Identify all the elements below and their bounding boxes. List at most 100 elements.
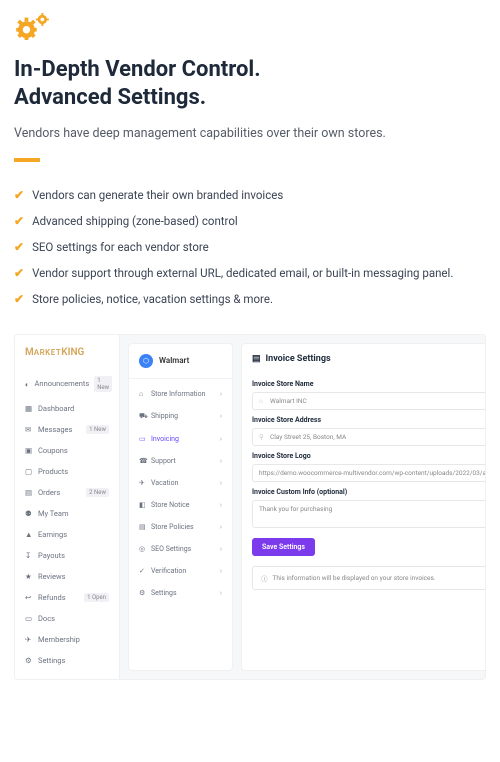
custom-info-input[interactable]: Thank you for purchasing [252, 500, 486, 528]
nav-label: Reviews [38, 572, 66, 581]
nav-label: Products [38, 467, 68, 476]
nav-icon: ↩ [25, 593, 33, 601]
nav-label: Messages [38, 425, 72, 434]
chevron-right-icon: › [220, 589, 222, 597]
check-icon: ✔ [14, 240, 24, 254]
sidebar-item-settings[interactable]: ⚙ Settings [15, 650, 119, 671]
page-headline: In-Depth Vendor Control. Advanced Settin… [14, 56, 486, 111]
settings-icon: ⚙ [139, 589, 146, 597]
nav-icon: ⚉ [25, 509, 33, 517]
settings-item-verification[interactable]: ✓Verification› [129, 560, 232, 582]
feature-item: ✔Advanced shipping (zone-based) control [14, 208, 486, 234]
field-label: Invoice Store Name [252, 380, 486, 388]
settings-label: Shipping [151, 412, 178, 420]
nav-icon: ▦ [25, 404, 33, 412]
settings-item-seo-settings[interactable]: ◎ SEO Settings › [129, 538, 232, 560]
store-address-input[interactable]: ⚲Clay Street 25, Boston, MA [252, 428, 486, 446]
chevron-right-icon: › [220, 479, 222, 487]
nav-icon: ▤ [25, 488, 33, 496]
settings-item-store-policies[interactable]: ▤Store Policies› [129, 516, 232, 538]
nav-label: Earnings [38, 530, 67, 539]
settings-icon: ◧ [139, 501, 146, 509]
settings-nav: ⬡ Walmart ⌂Store Information›⛟Shipping›▭… [128, 343, 233, 671]
badge: 1 New [94, 376, 112, 392]
store-icon: ⌂ [259, 397, 266, 405]
chevron-right-icon: › [220, 501, 222, 509]
check-icon: ✔ [14, 188, 24, 202]
settings-item-shipping[interactable]: ⛟ Shipping › [129, 405, 232, 428]
vendor-header: ⬡ Walmart [129, 354, 232, 379]
badge: 2 New [86, 488, 109, 497]
sidebar: MARKETKING ◐Announcements1 New▦Dashboard… [15, 335, 120, 679]
chevron-right-icon: › [220, 435, 222, 443]
panel-title: ▤ Invoice Settings [252, 354, 486, 364]
nav-icon: ▢ [25, 467, 33, 475]
settings-icon: ▤ [139, 523, 146, 531]
settings-label: SEO Settings [151, 545, 191, 553]
feature-list: ✔Vendors can generate their own branded … [14, 182, 486, 312]
sidebar-item-refunds[interactable]: ↩Refunds1 Open [15, 587, 119, 608]
nav-label: Membership [38, 635, 80, 644]
settings-icon: ⛟ [139, 412, 146, 421]
badge: 1 New [86, 425, 109, 434]
nav-label: Payouts [38, 551, 65, 560]
nav-label: My Team [38, 509, 69, 518]
store-name-input[interactable]: ⌂Walmart INC [252, 392, 486, 410]
sidebar-item-messages[interactable]: ✉Messages1 New [15, 419, 119, 440]
sidebar-item-my-team[interactable]: ⚉ My Team [15, 503, 119, 524]
field-label: Invoice Store Logo [252, 452, 486, 460]
sidebar-item-dashboard[interactable]: ▦ Dashboard [15, 398, 119, 419]
sidebar-item-orders[interactable]: ▤ Orders 2 New [15, 482, 119, 503]
settings-item-store-notice[interactable]: ◧Store Notice› [129, 494, 232, 516]
sidebar-item-coupons[interactable]: ▣Coupons [15, 440, 119, 461]
settings-item-store-information[interactable]: ⌂ Store Information › [129, 383, 232, 405]
settings-icon: ☎ [139, 457, 146, 465]
settings-item-vacation[interactable]: ✈ Vacation › [129, 472, 232, 494]
settings-item-invoicing[interactable]: ▭Invoicing› [129, 428, 232, 450]
nav-icon: ⚙ [25, 656, 33, 664]
feature-item: ✔Store policies, notice, vacation settin… [14, 286, 486, 312]
sidebar-item-earnings[interactable]: ▲Earnings [15, 524, 119, 545]
chevron-right-icon: › [220, 390, 222, 398]
sidebar-item-membership[interactable]: ✈Membership [15, 629, 119, 650]
settings-icon: ⌂ [139, 390, 146, 398]
feature-item: ✔Vendor support through external URL, de… [14, 260, 486, 286]
check-icon: ✔ [14, 214, 24, 228]
store-logo-input[interactable]: https://demo.woocommerce-multivendor.com… [252, 464, 486, 482]
nav-label: Orders [38, 488, 60, 497]
settings-item-settings[interactable]: ⚙Settings› [129, 582, 232, 604]
sidebar-item-announcements[interactable]: ◐Announcements1 New [15, 370, 119, 398]
badge: 1 Open [84, 593, 109, 602]
chevron-right-icon: › [220, 545, 222, 553]
nav-label: Settings [38, 656, 65, 665]
gears-icon [14, 12, 486, 44]
check-icon: ✔ [14, 266, 24, 280]
feature-item: ✔Vendors can generate their own branded … [14, 182, 486, 208]
field-label: Invoice Store Address [252, 416, 486, 424]
settings-icon: ◎ [139, 545, 146, 553]
feature-item: ✔SEO settings for each vendor store [14, 234, 486, 260]
nav-icon: ★ [25, 572, 33, 580]
nav-icon: ▭ [25, 614, 33, 622]
nav-label: Dashboard [38, 404, 74, 413]
chevron-right-icon: › [220, 412, 222, 420]
page-subhead: Vendors have deep management capabilitie… [14, 125, 486, 144]
sidebar-item-payouts[interactable]: ↧ Payouts [15, 545, 119, 566]
field-label: Invoice Custom Info (optional) [252, 488, 486, 496]
nav-label: Announcements [35, 379, 90, 388]
settings-label: Vacation [151, 479, 178, 487]
settings-item-support[interactable]: ☎Support› [129, 450, 232, 472]
settings-icon: ✈ [139, 479, 146, 487]
nav-icon: ▣ [25, 446, 33, 454]
settings-label: Store Information [151, 390, 206, 398]
settings-label: Store Policies [151, 523, 194, 531]
nav-icon: ↧ [25, 551, 33, 559]
chevron-right-icon: › [220, 567, 222, 575]
sidebar-item-docs[interactable]: ▭Docs [15, 608, 119, 629]
sidebar-item-products[interactable]: ▢ Products [15, 461, 119, 482]
settings-label: Verification [151, 567, 186, 575]
pin-icon: ⚲ [259, 433, 266, 441]
settings-label: Support [151, 457, 176, 465]
save-settings-button[interactable]: Save Settings [252, 538, 315, 556]
sidebar-item-reviews[interactable]: ★ Reviews [15, 566, 119, 587]
